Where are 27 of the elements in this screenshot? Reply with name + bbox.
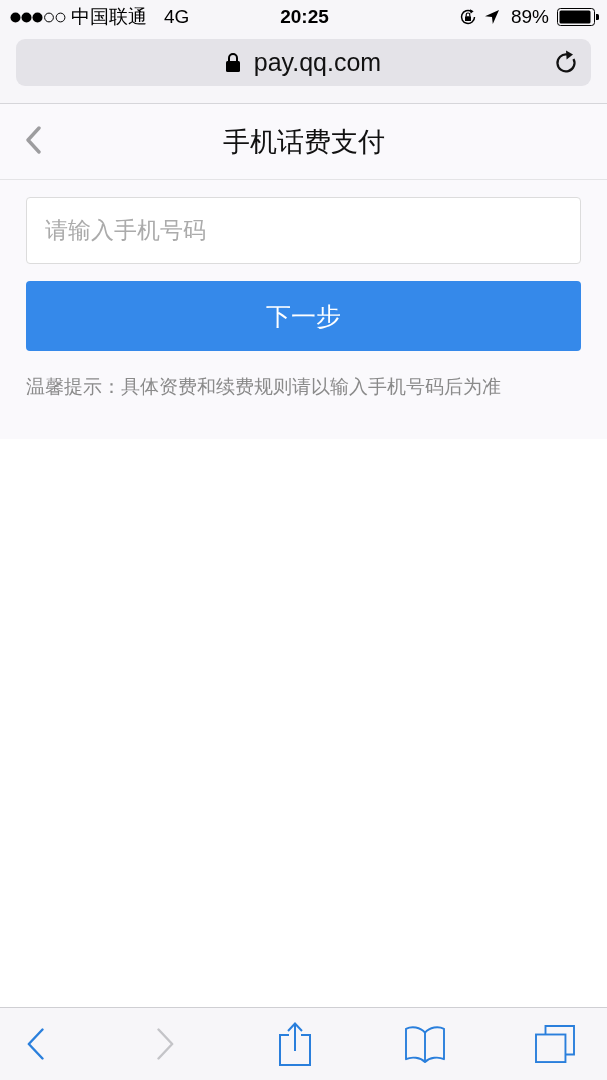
share-icon	[279, 1022, 311, 1066]
reload-icon	[556, 50, 578, 74]
address-bar[interactable]: pay.qq.com	[16, 39, 591, 86]
rotation-lock-icon	[458, 8, 477, 26]
hint-text: 温馨提示：具体资费和续费规则请以输入手机号码后为准	[26, 375, 502, 399]
location-arrow-icon	[484, 10, 499, 24]
page-title: 手机话费支付	[222, 125, 385, 159]
chevron-left-icon	[25, 126, 41, 154]
bookmarks-button[interactable]	[404, 1025, 446, 1063]
chevron-left-icon	[26, 1028, 44, 1060]
battery-percent: 89%	[510, 6, 549, 28]
tabs-icon	[535, 1025, 575, 1063]
network-type: 4G	[164, 6, 190, 28]
back-button[interactable]	[25, 126, 41, 154]
back-button[interactable]	[26, 1028, 44, 1060]
next-step-button[interactable]: 下一步	[26, 281, 581, 351]
signal-strength-icon	[10, 11, 66, 23]
clock-time: 20:25	[280, 6, 329, 28]
chevron-right-icon	[156, 1028, 174, 1060]
reload-button[interactable]	[556, 50, 578, 74]
battery-icon	[557, 8, 599, 26]
share-button[interactable]	[279, 1022, 311, 1066]
tabs-button[interactable]	[535, 1025, 575, 1063]
carrier-name: 中国联通	[71, 5, 147, 29]
phone-input[interactable]: 请输入手机号码	[26, 197, 581, 264]
url-text: pay.qq.com	[253, 48, 382, 77]
open-book-icon	[404, 1025, 446, 1063]
